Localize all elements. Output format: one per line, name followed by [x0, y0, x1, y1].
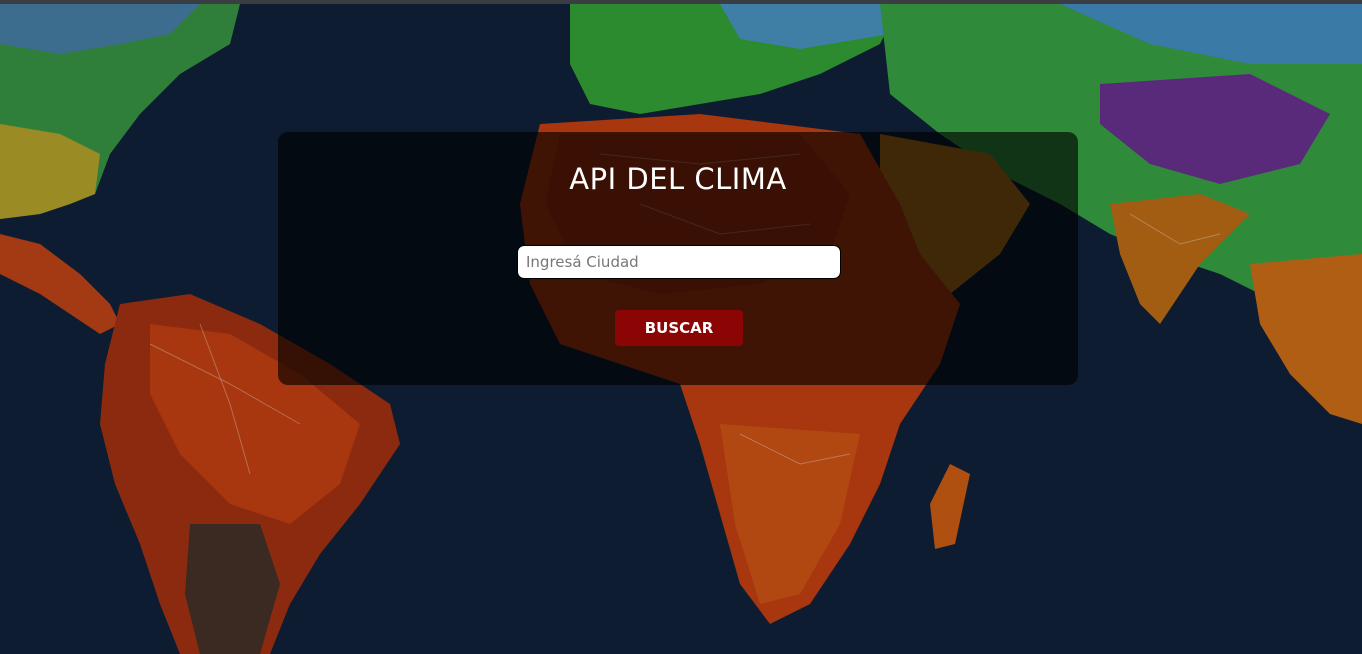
city-search-input[interactable] — [517, 245, 841, 279]
search-button[interactable]: BUSCAR — [615, 310, 743, 346]
page-title: API DEL CLIMA — [569, 162, 787, 196]
search-card: API DEL CLIMA BUSCAR — [278, 132, 1078, 385]
